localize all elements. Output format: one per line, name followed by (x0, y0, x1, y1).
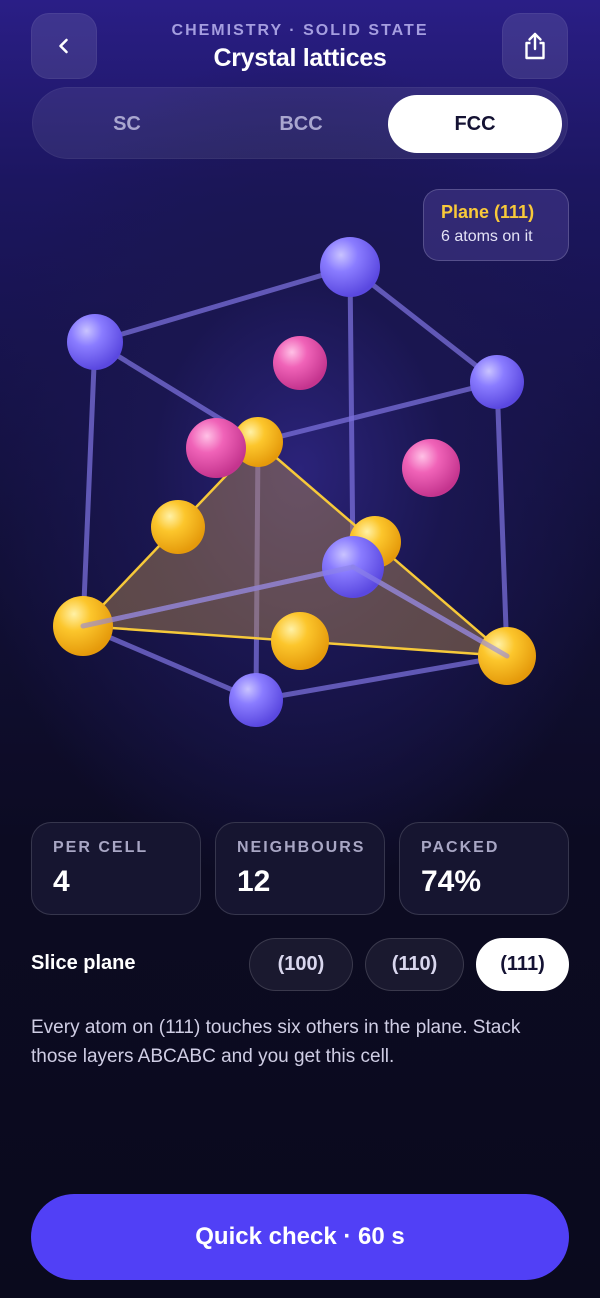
stat-label: PACKED (421, 839, 500, 856)
stat-value: 74% (421, 865, 482, 898)
corner-atom-top-left (67, 314, 123, 370)
share-icon (525, 32, 545, 60)
corner-atom-bottom-front (229, 673, 283, 727)
slice-option-110[interactable]: (110) (365, 938, 464, 991)
stat-label: PER CELL (53, 839, 149, 856)
face-atom-front (186, 418, 246, 478)
lattice-type-tabs: SC BCC FCC (32, 87, 568, 159)
slice-plane-label: Slice plane (31, 952, 136, 974)
stat-label: NEIGHBOURS (237, 839, 366, 856)
stat-value: 4 (53, 865, 70, 898)
tab-sc[interactable]: SC (40, 95, 214, 153)
plane-callout-title: Plane (111) (441, 202, 535, 222)
stat-neighbours: NEIGHBOURS 12 (215, 822, 385, 915)
stat-value: 12 (237, 865, 271, 898)
tab-fcc[interactable]: FCC (388, 95, 562, 153)
corner-atom-top-right (470, 355, 524, 409)
slice-option-100[interactable]: (100) (249, 938, 353, 991)
face-atom-top (273, 336, 327, 390)
face-atom-right (402, 439, 460, 497)
plane-callout: Plane (111) 6 atoms on it (423, 189, 569, 261)
slice-option-111[interactable]: (111) (476, 938, 569, 991)
description-text: Every atom on (111) touches six others i… (31, 1017, 521, 1067)
stat-per-cell: PER CELL 4 (31, 822, 201, 915)
fcc-lattice-illustration[interactable] (0, 230, 600, 750)
tab-bcc[interactable]: BCC (214, 95, 388, 153)
stat-packed: PACKED 74% (399, 822, 569, 915)
share-button[interactable] (502, 13, 568, 79)
plane-atom-left-edge (151, 500, 205, 554)
plane-atom-bottom-mid (271, 612, 329, 670)
plane-callout-subtitle: 6 atoms on it (441, 228, 533, 245)
quick-check-button[interactable]: Quick check · 60 s (31, 1194, 569, 1280)
corner-atom-top-back (320, 237, 380, 297)
